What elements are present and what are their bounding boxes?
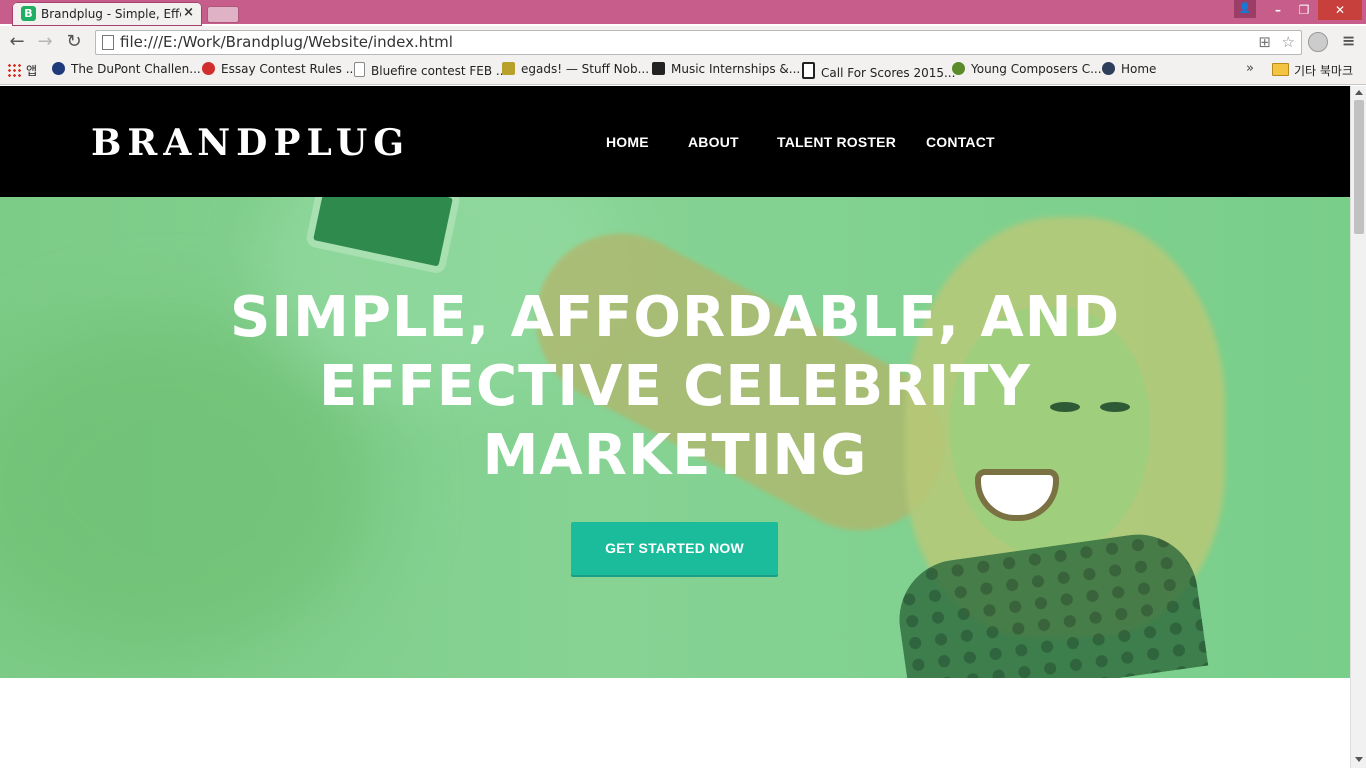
other-bookmarks-folder[interactable]: 기타 북마크 [1272, 62, 1353, 79]
dupont-icon [52, 62, 65, 75]
page-viewport: BRANDPLUG HOME ABOUT TALENT ROSTER CONTA… [0, 86, 1350, 768]
nav-talent-roster-link[interactable]: TALENT ROSTER [777, 134, 896, 150]
bookmark-home[interactable]: Home [1102, 62, 1156, 76]
flower-icon [202, 62, 215, 75]
bookmark-apps[interactable]: 앱 [26, 62, 37, 79]
bookmark-star-icon[interactable]: ☆ [1282, 33, 1295, 51]
scrollbar-thumb[interactable] [1354, 100, 1364, 234]
bookmark-essay-contest[interactable]: Essay Contest Rules ... [202, 62, 357, 76]
egads-icon [502, 62, 515, 75]
translate-icon[interactable]: ⊞ [1258, 33, 1271, 51]
bookmark-young-composers[interactable]: Young Composers C... [952, 62, 1102, 76]
extension-icon[interactable] [1308, 32, 1328, 52]
get-started-button[interactable]: GET STARTED NOW [571, 522, 778, 575]
chart-icon [652, 62, 665, 75]
hero-title: SIMPLE, AFFORDABLE, AND EFFECTIVE CELEBR… [229, 285, 1121, 488]
close-window-button[interactable]: ✕ [1318, 0, 1362, 20]
tab-favicon-icon: B [21, 6, 36, 21]
browser-tab[interactable]: B Brandplug - Simple, Effect × [12, 2, 202, 26]
reload-icon[interactable]: ↻ [64, 32, 84, 52]
bookmark-music-internships[interactable]: Music Internships &... [652, 62, 800, 76]
nav-home-link[interactable]: HOME [606, 134, 649, 150]
restore-button[interactable]: ❐ [1292, 0, 1316, 20]
bookmarks-overflow-icon[interactable]: » [1246, 61, 1254, 76]
bookmarks-bar: 앱 The DuPont Challen... Essay Contest Ru… [0, 58, 1366, 85]
browser-toolbar: ← → ↻ file:///E:/Work/Brandplug/Website/… [0, 26, 1366, 58]
back-arrow-icon[interactable]: ← [7, 32, 27, 52]
page-icon [102, 35, 114, 50]
site-header: BRANDPLUG HOME ABOUT TALENT ROSTER CONTA… [0, 86, 1350, 197]
bookmark-bluefire[interactable]: Bluefire contest FEB ... [354, 62, 507, 78]
nav-about-link[interactable]: ABOUT [688, 134, 739, 150]
bookmark-call-for-scores[interactable]: Call For Scores 2015... [802, 62, 955, 80]
page-scrollbar[interactable] [1350, 86, 1366, 768]
user-profile-icon[interactable]: 👤 [1234, 0, 1256, 18]
minimize-button[interactable]: – [1266, 0, 1290, 20]
page-icon [354, 62, 365, 77]
bookmark-egads[interactable]: egads! — Stuff Nob... [502, 62, 649, 76]
site-logo[interactable]: BRANDPLUG [91, 122, 410, 164]
new-tab-button[interactable] [207, 6, 239, 23]
scroll-down-arrow-icon[interactable] [1355, 757, 1363, 762]
nav-contact-link[interactable]: CONTACT [926, 134, 995, 150]
window-titlebar: B Brandplug - Simple, Effect × 👤 – ❐ ✕ [0, 0, 1366, 26]
tab-close-icon[interactable]: × [183, 5, 194, 20]
forward-arrow-icon[interactable]: → [35, 32, 55, 52]
b-icon [802, 62, 815, 79]
folder-icon [1272, 63, 1289, 76]
yc-icon [952, 62, 965, 75]
address-bar[interactable]: file:///E:/Work/Brandplug/Website/index.… [95, 30, 1302, 55]
menu-icon[interactable]: ≡ [1342, 31, 1355, 50]
bookmark-dupont[interactable]: The DuPont Challen... [52, 62, 201, 76]
tab-title: Brandplug - Simple, Effect [41, 7, 181, 21]
url-text[interactable]: file:///E:/Work/Brandplug/Website/index.… [120, 33, 453, 51]
globe-icon [1102, 62, 1115, 75]
apps-icon[interactable] [7, 63, 21, 77]
scroll-up-arrow-icon[interactable] [1355, 90, 1363, 95]
hero-section: SIMPLE, AFFORDABLE, AND EFFECTIVE CELEBR… [0, 197, 1350, 678]
